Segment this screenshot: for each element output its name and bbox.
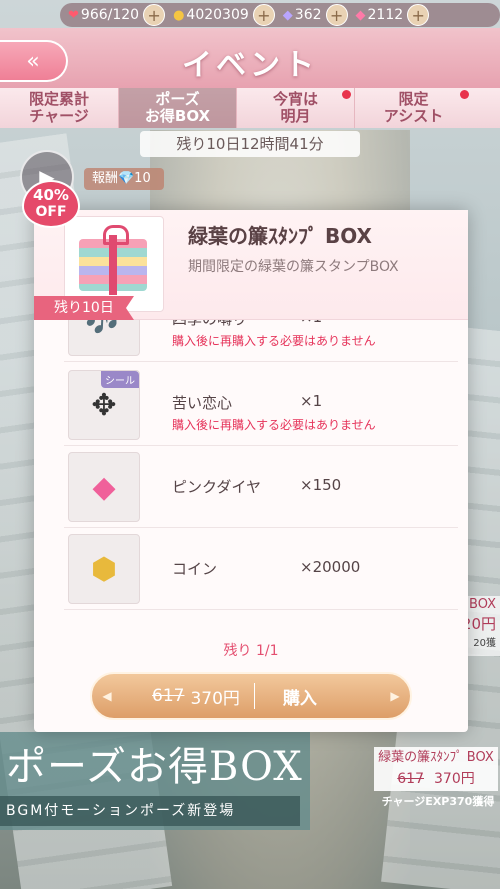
discount-off-label: OFF	[35, 204, 67, 220]
tab-moonlight[interactable]: 今宵は 明月	[237, 88, 354, 128]
gramophone-icon: 🎶	[68, 320, 140, 356]
item-quantity: ×1	[300, 320, 322, 326]
stamina-counter: ❤ 966/120 +	[60, 3, 166, 27]
tab-limited-charge[interactable]: 限定累計 チャージ	[0, 88, 118, 128]
gift-box-icon	[79, 225, 147, 295]
banner-subtitle: BGM付モーションポーズ新登場	[0, 796, 300, 826]
sticker-icon: ✥ シール	[68, 370, 140, 440]
tab-label-line2: 明月	[280, 107, 311, 125]
arrow-left-icon: ◀	[102, 689, 112, 703]
item-name: 四季の囀り	[172, 320, 247, 329]
discount-badge: 40% OFF	[22, 180, 80, 228]
item-quantity: ×150	[300, 476, 342, 494]
item-name: 苦い恋心	[172, 394, 233, 412]
item-note: 購入後に再購入する必要はありません	[172, 418, 376, 432]
page-title: イベント	[182, 48, 318, 83]
currency-bar: ❤ 966/120 + ● 4020309 + ◆ 362 + ◆ 2112 +	[60, 3, 500, 27]
original-price: 617	[152, 686, 185, 706]
item-name: コイン	[172, 560, 218, 578]
pink-diamond-counter: ◆ 2112 +	[348, 3, 430, 27]
gold-counter: ● 4020309 +	[165, 3, 275, 27]
notification-dot	[342, 90, 351, 99]
purchase-modal: 残り10日 緑葉の簾ｽﾀﾝﾌﾟ BOX 期間限定の緑葉の簾スタンプBOX 🎶 四…	[34, 210, 468, 732]
tab-label-line1: 限定	[398, 90, 429, 108]
heart-icon: ❤	[68, 7, 79, 23]
notification-dot	[460, 90, 469, 99]
pink-diamond-icon: ◆	[68, 452, 140, 522]
purchase-button[interactable]: ◀ 617 370円 購入 ▶	[90, 672, 412, 720]
stamp-box-card-exp: チャージEXP370獲得	[381, 795, 495, 808]
diamond-counter: ◆ 362 +	[275, 3, 348, 27]
list-item: 🎶 四季の囀り ×1 購入後に再購入する必要はありません	[64, 320, 458, 362]
item-quantity: ×1	[300, 392, 323, 410]
modal-title: 緑葉の簾ｽﾀﾝﾌﾟ BOX	[188, 224, 372, 248]
sticker-tag: シール	[101, 371, 139, 388]
pink-diamond-value: 2112	[367, 7, 404, 23]
tab-pose-box[interactable]: ポーズ お得BOX	[119, 88, 236, 128]
tab-limited-assist[interactable]: 限定 アシスト	[355, 88, 472, 128]
tab-label-line1: 今宵は	[272, 90, 318, 108]
stamp-box-card-new-price: 370円	[434, 771, 475, 787]
arrow-right-icon: ▶	[390, 689, 400, 703]
item-note: 購入後に再購入する必要はありません	[172, 334, 376, 348]
button-divider	[253, 683, 255, 709]
modal-header: 残り10日 緑葉の簾ｽﾀﾝﾌﾟ BOX 期間限定の緑葉の簾スタンプBOX	[34, 210, 468, 320]
diamond-value: 362	[294, 7, 322, 23]
cat-coin-icon: ●	[173, 7, 185, 23]
tab-label-line1: ポーズ	[155, 90, 200, 108]
list-item: ✥ シール 苦い恋心 ×1 購入後に再購入する必要はありません	[64, 364, 458, 446]
tab-label-line2: アシスト	[383, 107, 444, 125]
banner-title: ポーズお得BOX	[6, 744, 303, 790]
stamina-value: 966/120	[80, 7, 140, 23]
tab-label-line2: お得BOX	[144, 107, 211, 125]
remaining-purchases: 残り 1/1	[223, 643, 279, 659]
pink-diamond-icon: ◆	[355, 7, 366, 23]
item-list[interactable]: 🎶 四季の囀り ×1 購入後に再購入する必要はありません ✥ シール 苦い恋心 …	[34, 320, 468, 610]
tab-label-line1: 限定累計	[28, 90, 89, 108]
reward-chip: 報酬💎10	[84, 168, 164, 190]
gold-value: 4020309	[186, 7, 249, 23]
coin-icon: ⬢	[68, 534, 140, 604]
remaining-time: 残り10日12時間41分	[140, 131, 360, 157]
purchase-label: 購入	[282, 688, 317, 709]
remaining-days-ribbon: 残り10日	[34, 296, 134, 320]
item-name: ピンクダイヤ	[172, 478, 261, 496]
stamp-box-card-price: 617 370円	[374, 769, 498, 789]
list-item: ◆ ピンクダイヤ ×150	[64, 446, 458, 528]
stamp-box-card-old-price: 617	[397, 771, 424, 787]
add-stamina-button[interactable]: +	[143, 4, 166, 26]
add-gold-button[interactable]: +	[252, 4, 275, 26]
stamp-box-card[interactable]: 緑葉の簾ｽﾀﾝﾌﾟ BOX 617 370円	[374, 747, 498, 791]
discount-percent: 40%	[33, 186, 69, 204]
pose-box-banner: ポーズお得BOX BGM付モーションポーズ新登場	[0, 732, 310, 830]
add-pink-diamond-button[interactable]: +	[407, 4, 430, 26]
tab-label-line2: チャージ	[29, 107, 89, 125]
item-quantity: ×20000	[300, 558, 361, 576]
list-item: ⬢ コイン ×20000	[64, 528, 458, 610]
modal-subtitle: 期間限定の緑葉の簾スタンプBOX	[188, 259, 399, 275]
tab-bar: 限定累計 チャージ ポーズ お得BOX 今宵は 明月 限定 アシスト	[0, 88, 500, 128]
sale-price: 370円	[190, 688, 240, 709]
stamp-box-card-name: 緑葉の簾ｽﾀﾝﾌﾟ BOX	[378, 750, 494, 765]
add-diamond-button[interactable]: +	[325, 4, 348, 26]
diamond-icon: ◆	[282, 7, 293, 23]
